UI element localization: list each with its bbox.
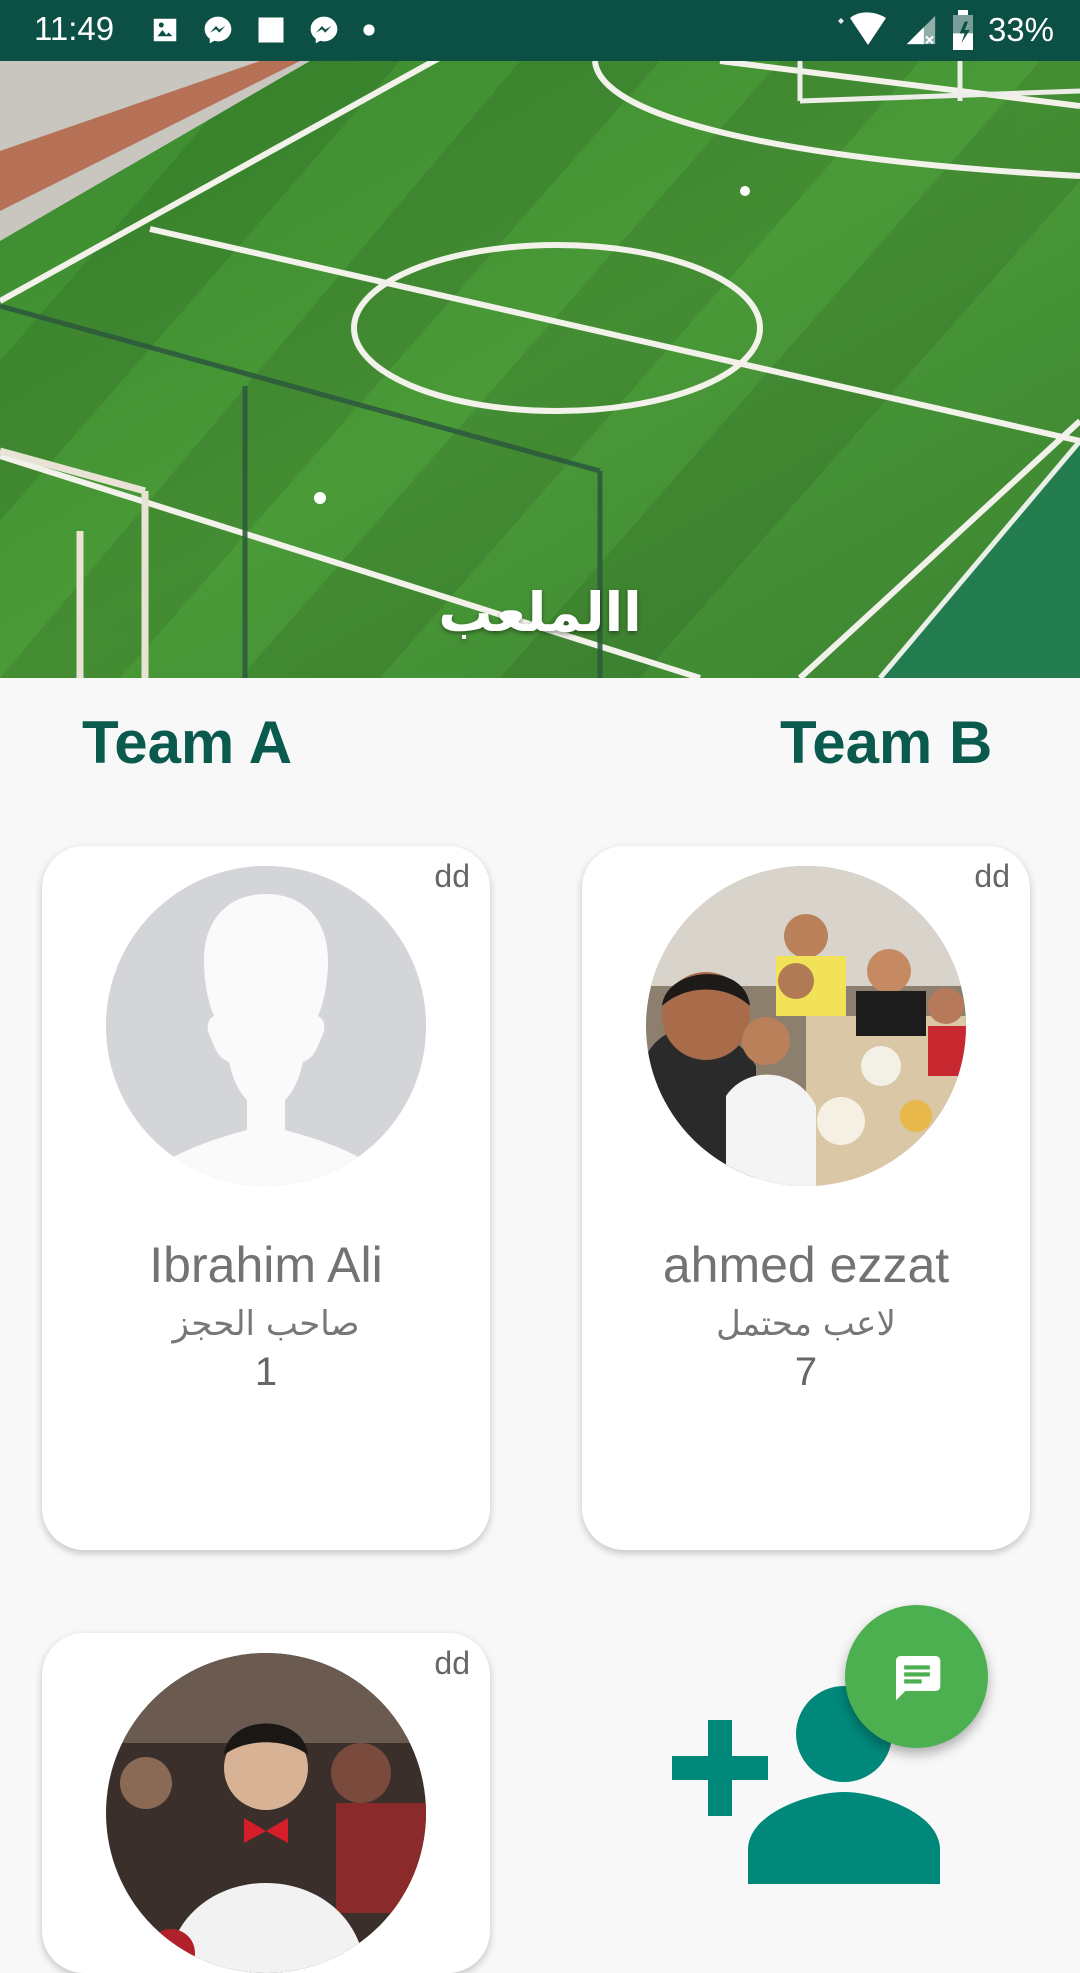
player-name: ahmed ezzat bbox=[662, 1237, 950, 1293]
player-rating: dd bbox=[974, 858, 1010, 894]
default-avatar-icon bbox=[106, 866, 426, 1186]
signal-icon bbox=[906, 15, 936, 45]
messenger-icon bbox=[310, 16, 338, 44]
stadium-title: االملعب bbox=[438, 581, 642, 644]
player-role: لاعب محتمل bbox=[716, 1304, 896, 1344]
player-card[interactable]: dd Ibrahim Ali صاحب الحجز 1 bbox=[42, 846, 490, 1550]
status-bar: 11:49 33% bbox=[0, 0, 1080, 61]
player-number: 7 bbox=[794, 1350, 818, 1394]
chat-fab-button[interactable] bbox=[845, 1605, 988, 1748]
square-icon bbox=[258, 17, 284, 43]
player-name: Ibrahim Ali bbox=[149, 1237, 383, 1293]
system-icons: 33% bbox=[834, 8, 1054, 52]
player-rating: dd bbox=[434, 858, 470, 894]
player-photo bbox=[106, 1653, 426, 1973]
player-card[interactable]: dd bbox=[42, 1633, 490, 1973]
battery-icon bbox=[952, 10, 973, 50]
player-rating: dd bbox=[434, 1645, 470, 1681]
team-b-heading: Team B bbox=[780, 709, 993, 776]
player-number: 1 bbox=[254, 1350, 278, 1394]
status-time: 11:49 bbox=[34, 10, 115, 47]
messenger-icon bbox=[204, 16, 232, 44]
player-card[interactable]: dd ahmed ezzat لاعب محتمل 7 bbox=[582, 846, 1030, 1550]
message-icon bbox=[895, 1655, 940, 1700]
dot-icon bbox=[363, 24, 375, 36]
player-role: صاحب الحجز bbox=[172, 1304, 360, 1344]
wifi-icon bbox=[837, 12, 886, 45]
image-icon bbox=[153, 18, 177, 42]
battery-percent: 33% bbox=[987, 11, 1054, 48]
player-photo bbox=[646, 866, 966, 1186]
stadium-header: االملعب bbox=[0, 61, 1080, 678]
team-a-heading: Team A bbox=[82, 709, 293, 776]
notification-icons bbox=[150, 12, 376, 48]
